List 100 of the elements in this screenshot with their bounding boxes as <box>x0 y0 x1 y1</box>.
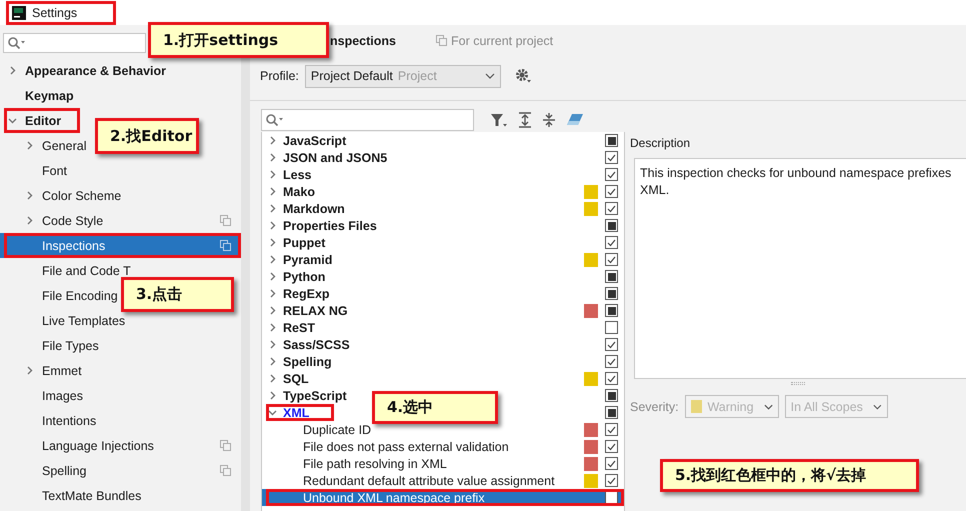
inspection-row[interactable]: Sass/SCSS <box>283 338 350 352</box>
chevron-right-icon[interactable] <box>25 216 34 225</box>
sidebar-item[interactable]: Appearance & Behavior <box>25 64 166 78</box>
search-field[interactable] <box>261 109 474 131</box>
checkbox[interactable] <box>605 168 618 181</box>
checkbox[interactable] <box>605 474 618 487</box>
inspection-row[interactable]: ReST <box>283 320 315 334</box>
chevron-right-icon[interactable] <box>268 255 277 264</box>
inspection-row[interactable]: File does not pass external validation <box>303 440 509 454</box>
checkbox[interactable] <box>605 406 618 419</box>
inspection-row[interactable]: Redundant default attribute value assignment <box>303 474 555 488</box>
sidebar-item[interactable]: Live Templates <box>42 314 126 328</box>
sidebar-item[interactable]: Language Injections <box>42 438 154 452</box>
inspection-row[interactable]: Python <box>283 270 326 284</box>
checkbox[interactable] <box>605 372 618 385</box>
chevron-right-icon[interactable] <box>268 170 277 179</box>
sidebar-item[interactable]: Images <box>42 388 83 402</box>
inspection-row[interactable]: XML <box>283 406 310 420</box>
inspection-row[interactable]: Pyramid <box>283 252 332 266</box>
checkbox[interactable] <box>605 236 618 249</box>
sidebar-item[interactable]: Font <box>42 164 68 178</box>
chevron-right-icon[interactable] <box>268 289 277 298</box>
sidebar-item[interactable]: Spelling <box>42 464 86 478</box>
expand-all-icon[interactable] <box>518 112 532 128</box>
inspection-row[interactable]: JavaScript <box>283 134 346 148</box>
checkbox[interactable] <box>605 134 618 147</box>
checkbox[interactable] <box>605 202 618 215</box>
chevron-right-icon[interactable] <box>268 357 277 366</box>
checkbox[interactable] <box>605 270 618 283</box>
scope-label: For current project <box>436 34 554 48</box>
sidebar-item[interactable]: File Types <box>42 338 99 352</box>
chevron-right-icon[interactable] <box>25 141 34 150</box>
caret-icon <box>872 404 882 410</box>
checkbox[interactable] <box>605 253 618 266</box>
chevron-down-icon[interactable] <box>8 116 17 125</box>
sidebar-item[interactable]: Keymap <box>25 88 74 102</box>
chevron-right-icon[interactable] <box>268 391 277 400</box>
sidebar-item[interactable]: File Encoding <box>42 288 118 302</box>
chevron-right-icon[interactable] <box>8 66 17 75</box>
checkbox[interactable] <box>605 321 618 334</box>
profile-dropdown[interactable]: Project Default Project <box>304 64 501 88</box>
chevron-right-icon[interactable] <box>268 374 277 383</box>
inspection-row[interactable]: Mako <box>283 184 315 198</box>
checkbox[interactable] <box>605 389 618 402</box>
checkbox[interactable] <box>605 355 618 368</box>
chevron-right-icon[interactable] <box>268 238 277 247</box>
chevron-right-icon[interactable] <box>268 306 277 315</box>
chevron-right-icon[interactable] <box>268 136 277 145</box>
inspection-row[interactable]: Markdown <box>283 202 345 216</box>
caret-icon <box>764 404 773 410</box>
checkbox[interactable] <box>605 185 618 198</box>
sidebar-item[interactable]: Intentions <box>42 414 96 428</box>
inspection-row[interactable]: SQL <box>283 372 309 386</box>
sidebar-item[interactable]: TextMate Bundles <box>42 488 142 502</box>
inspection-row[interactable]: RELAX NG <box>283 304 348 318</box>
resize-grip[interactable] <box>791 382 805 385</box>
annotation-tooltip: 2.找Editor <box>95 118 199 154</box>
checkbox[interactable] <box>605 440 618 453</box>
caret-icon <box>484 73 495 79</box>
checkbox[interactable] <box>605 457 618 470</box>
sidebar-item[interactable]: Code Style <box>42 214 104 228</box>
sidebar-item[interactable]: Emmet <box>42 364 82 378</box>
eraser-icon[interactable] <box>566 113 584 127</box>
sidebar-item[interactable]: General <box>42 138 86 152</box>
checkbox[interactable] <box>605 304 618 317</box>
checkbox[interactable] <box>605 338 618 351</box>
inspection-row[interactable]: Puppet <box>283 236 326 250</box>
filter-icon[interactable] <box>490 112 508 128</box>
chevron-right-icon[interactable] <box>268 340 277 349</box>
chevron-right-icon[interactable] <box>268 221 277 230</box>
sidebar-item[interactable]: File and Code T <box>42 264 131 278</box>
sidebar-item[interactable]: Color Scheme <box>42 188 122 202</box>
checkbox[interactable] <box>605 151 618 164</box>
search-icon[interactable] <box>265 113 285 127</box>
chevron-right-icon[interactable] <box>25 191 34 200</box>
inspection-row[interactable]: Duplicate ID <box>303 422 372 436</box>
chevron-right-icon[interactable] <box>25 366 34 375</box>
chevron-right-icon[interactable] <box>268 323 277 332</box>
sidebar-item[interactable]: Inspections <box>0 233 241 258</box>
search-field[interactable] <box>3 33 146 53</box>
search-icon[interactable] <box>7 36 27 50</box>
inspection-row[interactable]: JSON and JSON5 <box>283 150 388 164</box>
settings-icon[interactable] <box>514 68 533 84</box>
collapse-all-icon[interactable] <box>542 112 556 128</box>
chevron-right-icon[interactable] <box>268 153 277 162</box>
chevron-right-icon[interactable] <box>268 187 277 196</box>
sidebar-item[interactable]: Editor <box>25 114 62 128</box>
checkbox[interactable] <box>605 219 618 232</box>
inspection-row[interactable]: Spelling <box>283 354 332 368</box>
inspection-row[interactable]: TypeScript <box>283 388 347 402</box>
inspection-row[interactable]: File path resolving in XML <box>303 456 447 470</box>
inspection-row[interactable]: Unbound XML namespace prefix <box>262 489 624 506</box>
checkbox[interactable] <box>605 287 618 300</box>
checkbox[interactable] <box>605 423 618 436</box>
inspection-row[interactable]: Properties Files <box>283 218 377 232</box>
chevron-right-icon[interactable] <box>268 272 277 281</box>
inspection-row[interactable]: RegExp <box>283 286 330 300</box>
chevron-right-icon[interactable] <box>268 204 277 213</box>
inspection-row[interactable]: Less <box>283 168 312 182</box>
chevron-down-icon[interactable] <box>268 408 277 417</box>
